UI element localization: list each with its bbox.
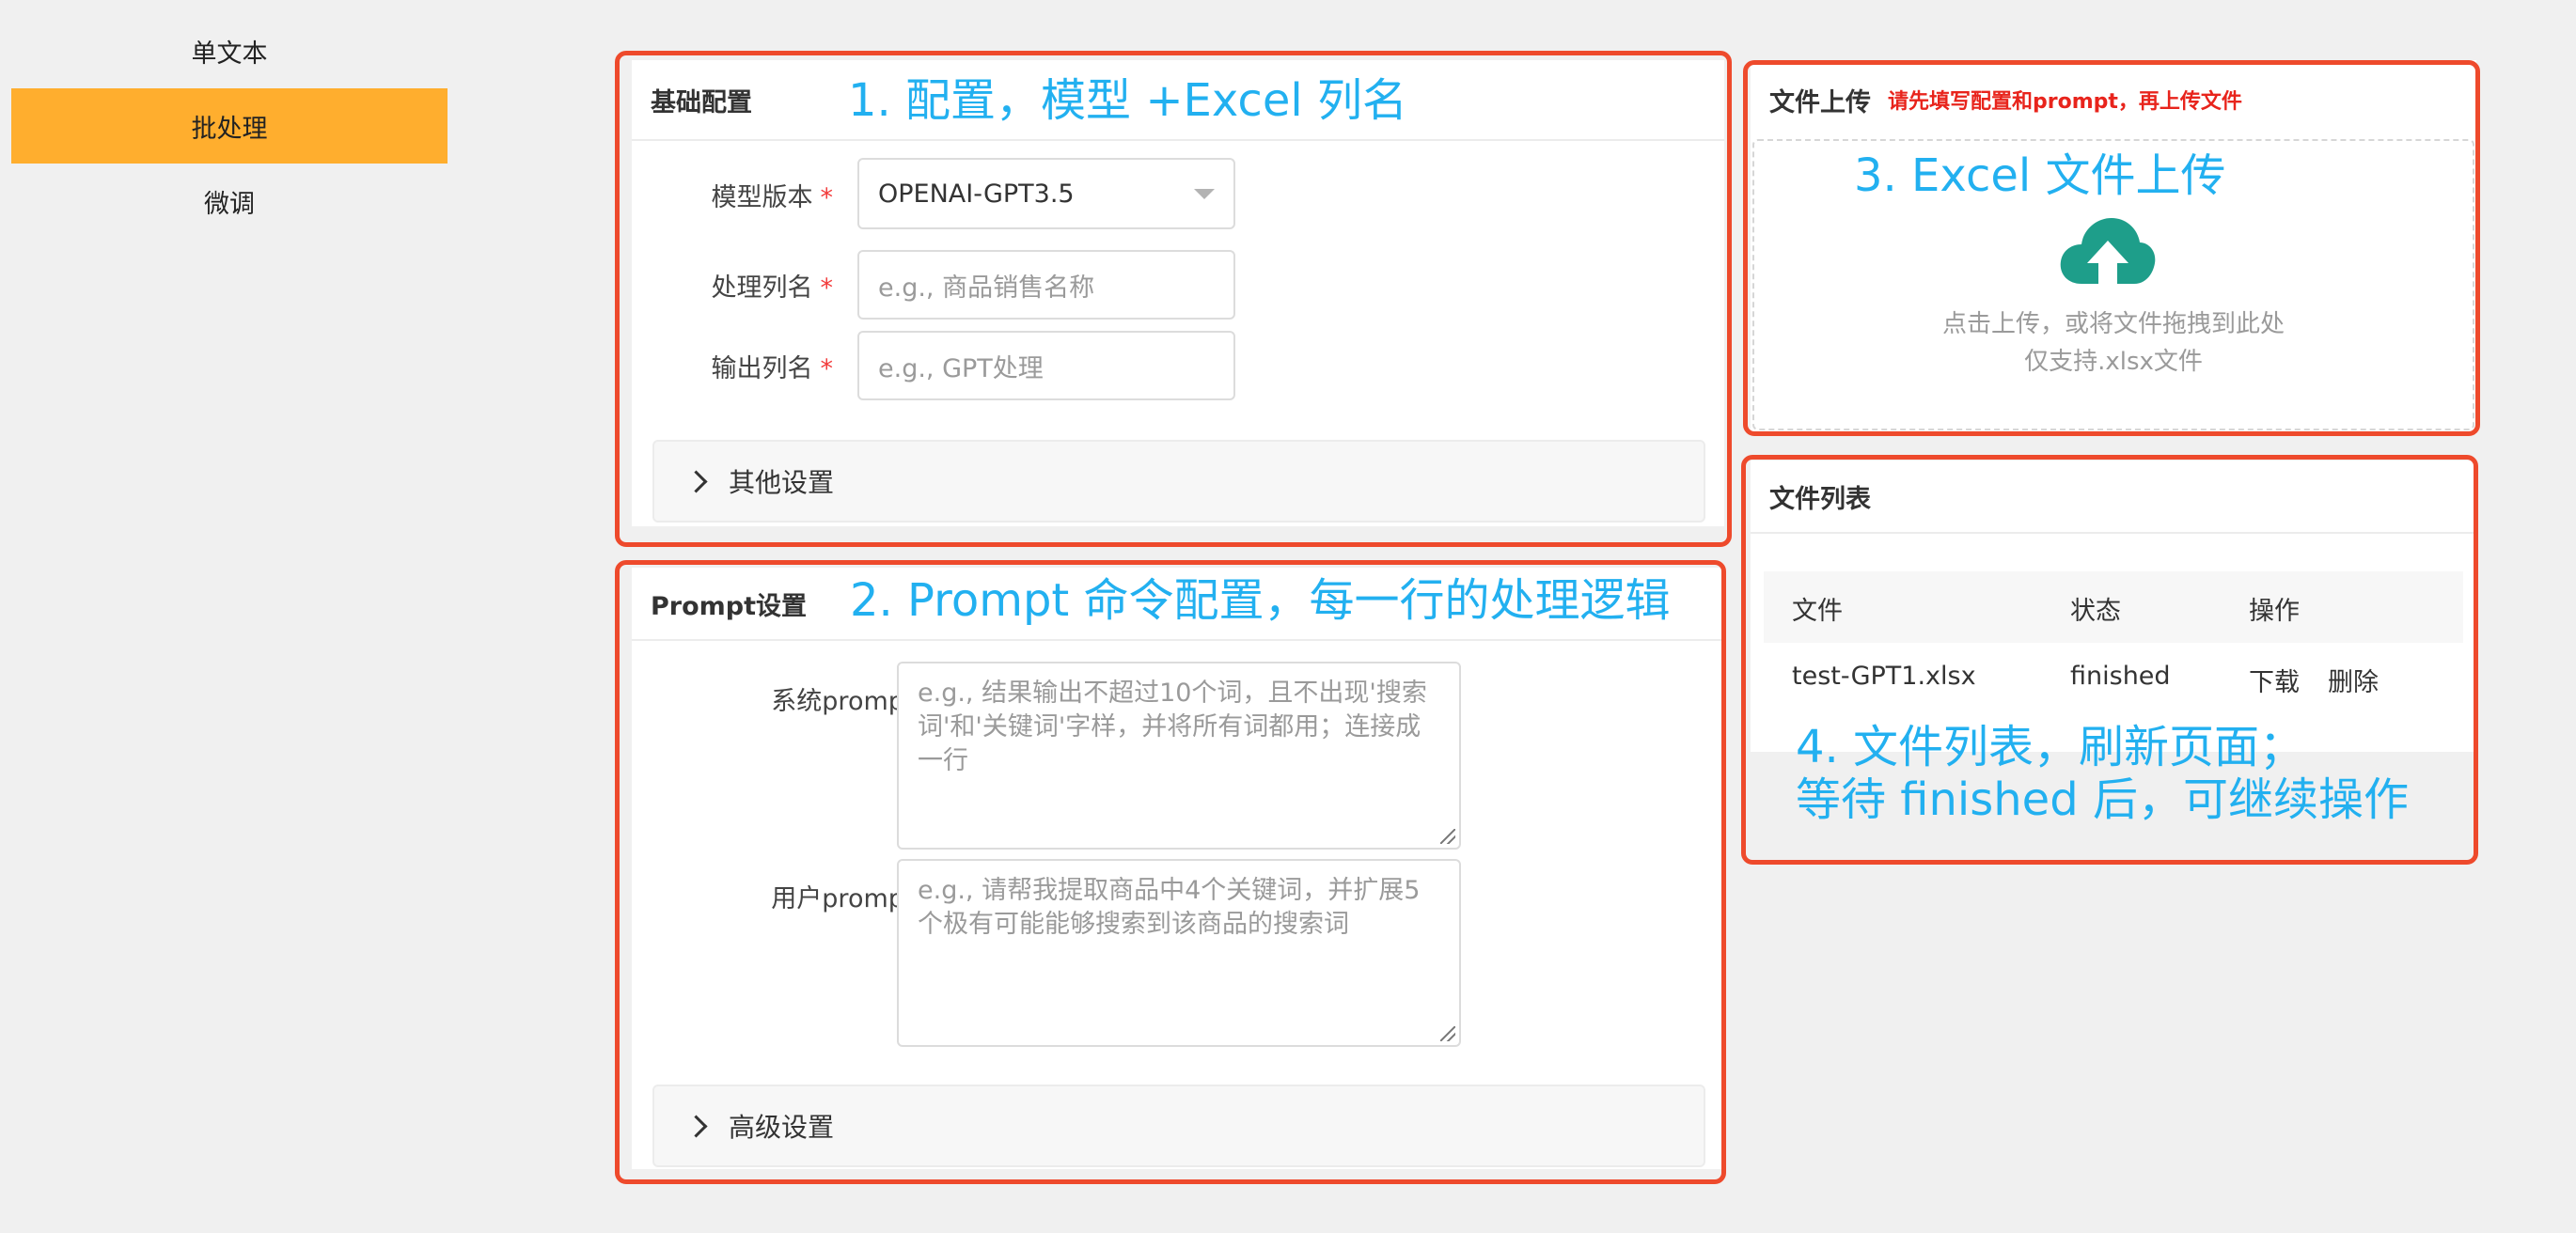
download-link[interactable]: 下载 <box>2249 662 2300 698</box>
annotation-step-1: 1. 配置，模型 +Excel 列名 <box>848 74 1407 127</box>
cloud-upload-icon <box>2060 218 2156 284</box>
annotation-step-4-line2: 等待 finished 后，可继续操作 <box>1796 773 2409 826</box>
process-column-label: 处理列名 * <box>711 273 834 303</box>
other-settings-label: 其他设置 <box>729 467 835 498</box>
annotation-step-3: 3. Excel 文件上传 <box>1854 149 2226 202</box>
model-version-select[interactable]: OPENAI-GPT3.5 <box>857 158 1235 229</box>
advanced-settings-collapse[interactable]: 高级设置 <box>652 1085 1705 1167</box>
annotation-step-2: 2. Prompt 命令配置，每一行的处理逻辑 <box>850 574 1671 627</box>
chevron-down-icon <box>1194 189 1215 199</box>
file-list-header: 文件列表 <box>1751 460 2476 534</box>
sidebar-item-finetune[interactable]: 微调 <box>11 164 448 239</box>
basic-config-title: 基础配置 <box>651 87 752 117</box>
sidebar-item-batch[interactable]: 批处理 <box>11 88 448 164</box>
upload-format-text: 仅支持.xlsx文件 <box>2024 348 2203 376</box>
status-cell: finished <box>2070 662 2171 691</box>
user-prompt-placeholder: e.g., 请帮我提取商品中4个关键词，并扩展5个极有可能能够搜索到该商品的搜索… <box>918 876 1421 939</box>
upload-hint: 请先填写配置和prompt，再上传文件 <box>1888 90 2242 114</box>
process-column-input[interactable]: e.g., 商品销售名称 <box>857 250 1235 320</box>
column-header-status: 状态 <box>2070 597 2121 626</box>
upload-header: 文件上传 请先填写配置和prompt，再上传文件 <box>1751 60 2476 139</box>
chevron-right-icon <box>684 469 708 493</box>
sidebar-item-label: 单文本 <box>191 39 268 69</box>
user-prompt-textarea[interactable]: e.g., 请帮我提取商品中4个关键词，并扩展5个极有可能能够搜索到该商品的搜索… <box>897 859 1461 1047</box>
process-column-placeholder: e.g., 商品销售名称 <box>878 273 1095 303</box>
upload-title: 文件上传 <box>1769 87 1871 117</box>
annotation-step-4-line1: 4. 文件列表，刷新页面； <box>1796 721 2305 773</box>
sidebar-item-label: 微调 <box>204 189 255 219</box>
advanced-settings-label: 高级设置 <box>729 1112 835 1143</box>
sidebar-item-label: 批处理 <box>191 114 268 144</box>
delete-link[interactable]: 删除 <box>2328 662 2379 698</box>
file-name-cell: test-GPT1.xlsx <box>1792 662 1976 691</box>
model-version-label: 模型版本 * <box>711 183 834 212</box>
chevron-right-icon <box>684 1114 708 1138</box>
sidebar-item-single-text[interactable]: 单文本 <box>11 13 448 88</box>
basic-config-card: 基础配置 模型版本 * OPENAI-GPT3.5 处理列名 * e.g., 商品销… <box>632 60 1724 526</box>
system-prompt-placeholder: e.g., 结果输出不超过10个词，且不出现'搜索词'和'关键词'字样，并将所有… <box>918 679 1427 775</box>
system-prompt-textarea[interactable]: e.g., 结果输出不超过10个词，且不出现'搜索词'和'关键词'字样，并将所有… <box>897 662 1461 850</box>
output-column-input[interactable]: e.g., GPT处理 <box>857 331 1235 400</box>
resize-handle-icon[interactable] <box>1440 829 1455 844</box>
table-row: test-GPT1.xlsx finished 下载 删除 <box>1764 643 2463 714</box>
model-version-value: OPENAI-GPT3.5 <box>878 179 1075 209</box>
file-list-title: 文件列表 <box>1769 484 1871 514</box>
file-list-card: 文件列表 文件 状态 操作 test-GPT1.xlsx finished 下载… <box>1751 460 2476 752</box>
prompt-config-title: Prompt设置 <box>651 591 808 621</box>
upload-card: 文件上传 请先填写配置和prompt，再上传文件 点击上传，或将文件拖拽到此处 … <box>1751 60 2476 434</box>
upload-drop-text: 点击上传，或将文件拖拽到此处 <box>1941 310 2285 338</box>
other-settings-collapse[interactable]: 其他设置 <box>652 440 1705 523</box>
column-header-file: 文件 <box>1792 597 1843 626</box>
output-column-placeholder: e.g., GPT处理 <box>878 353 1044 383</box>
resize-handle-icon[interactable] <box>1440 1026 1455 1041</box>
prompt-config-card: Prompt设置 系统prompt* e.g., 结果输出不超过10个词，且不出… <box>632 568 1724 1169</box>
output-column-label: 输出列名 * <box>711 354 834 383</box>
column-header-action: 操作 <box>2249 597 2300 626</box>
